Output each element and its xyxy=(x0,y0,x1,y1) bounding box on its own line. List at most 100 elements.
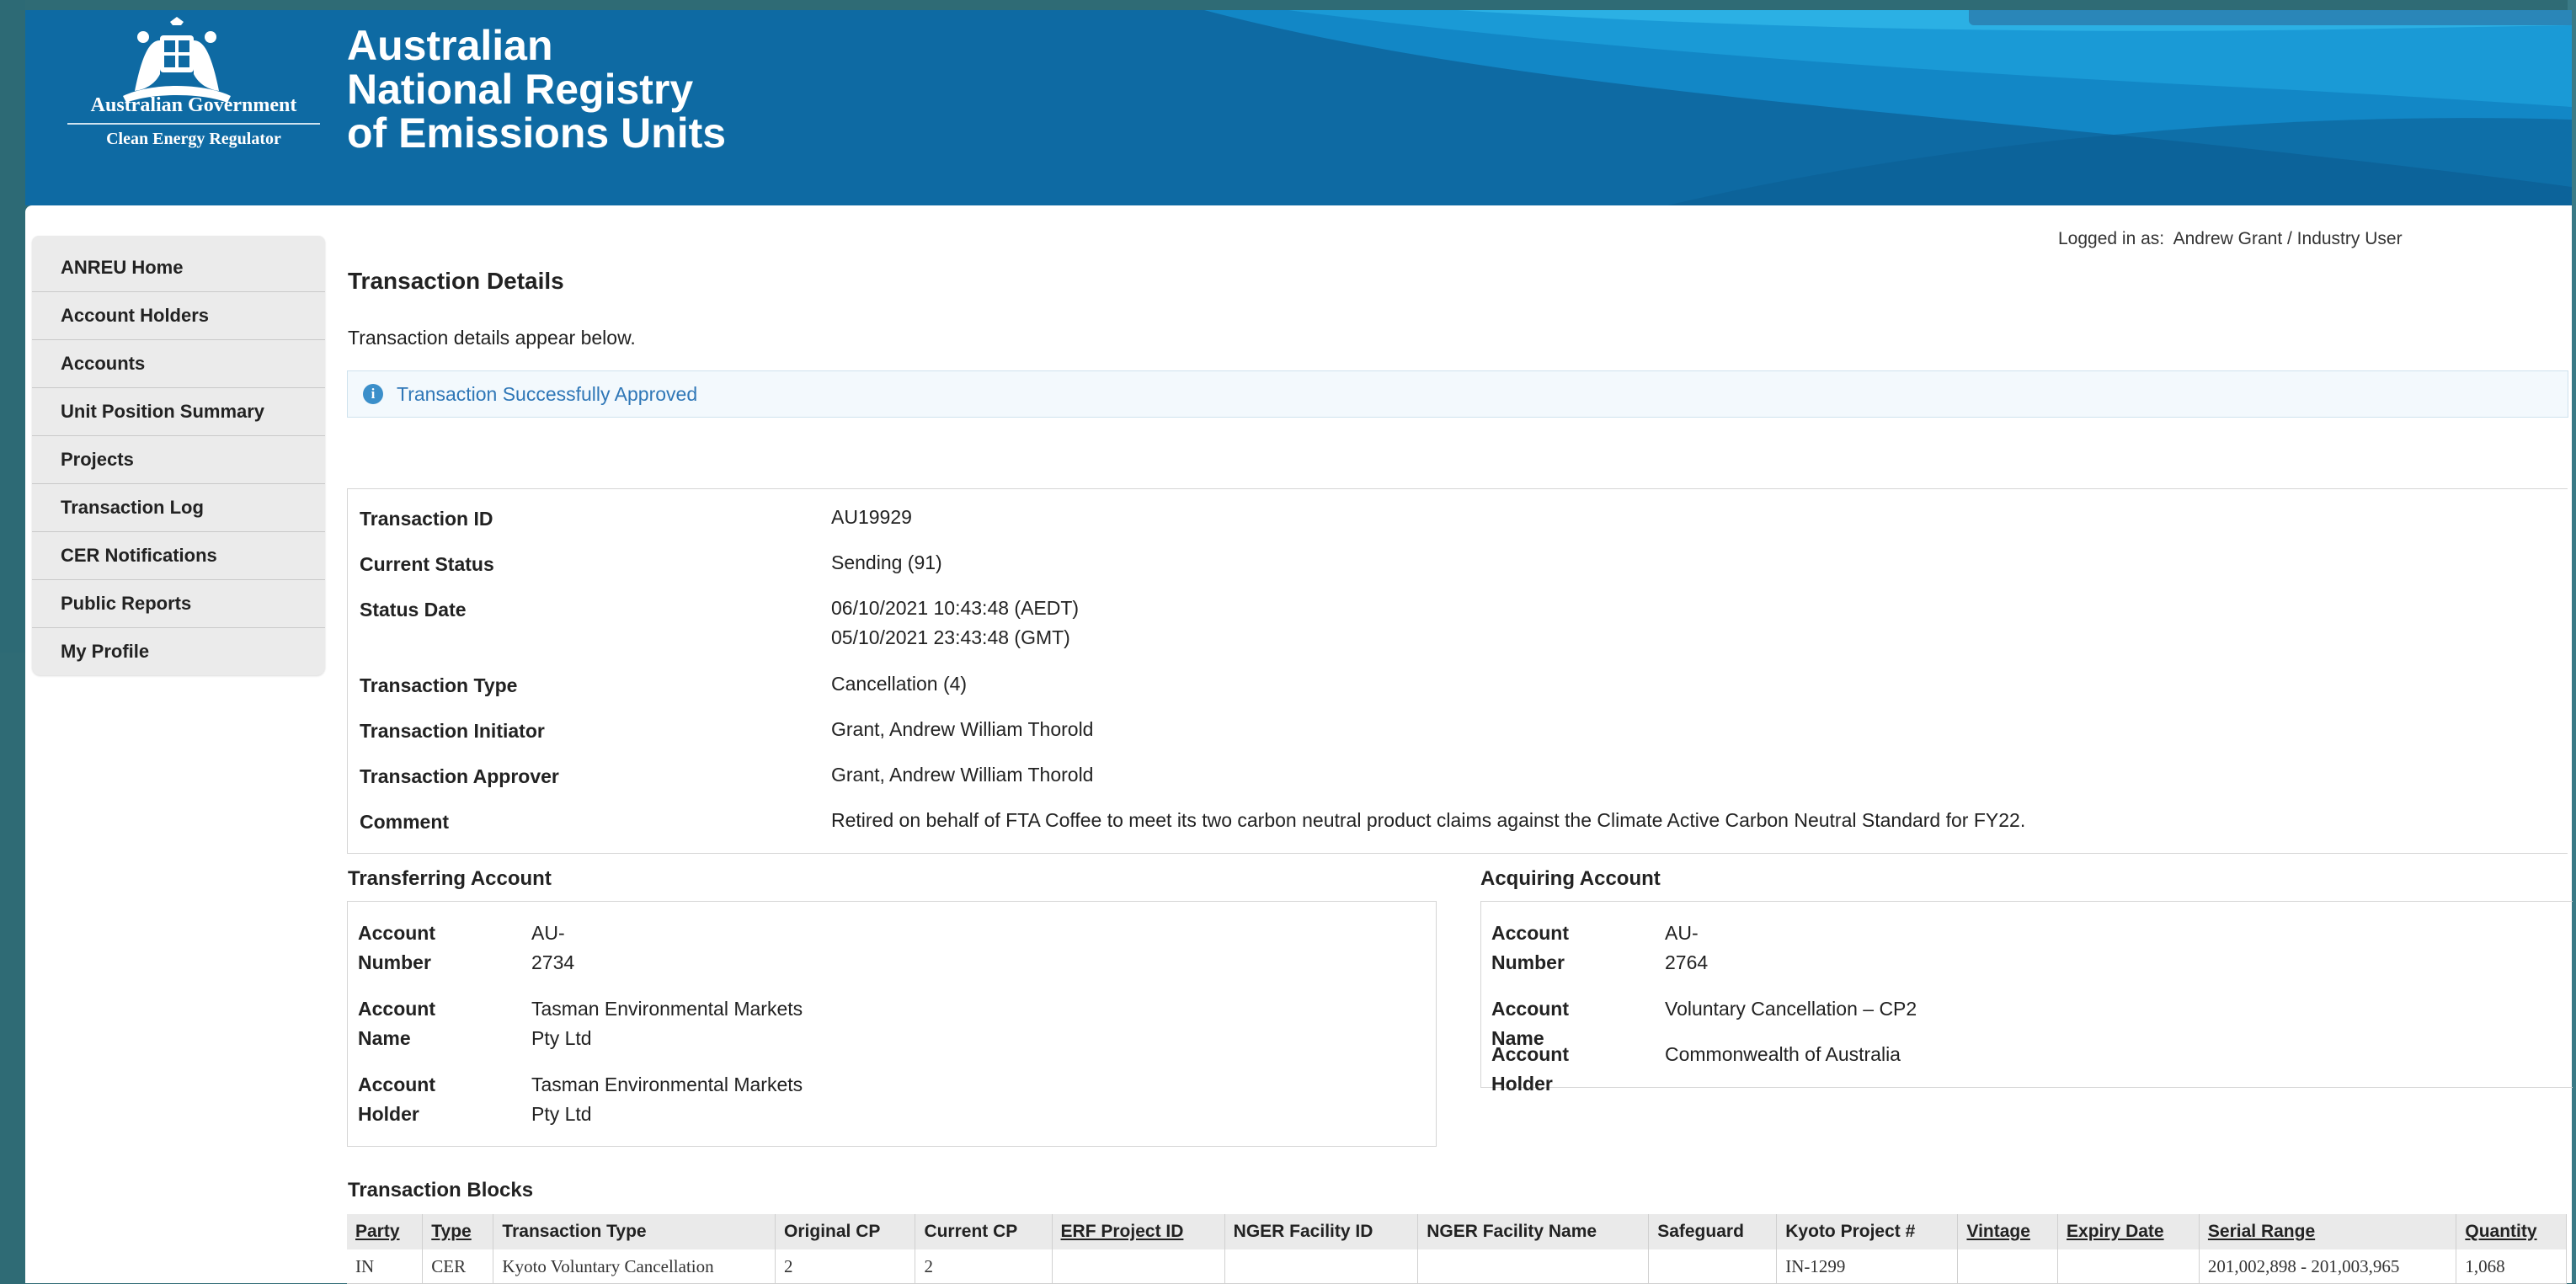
cell-quantity: 1,068 xyxy=(2456,1249,2567,1284)
logged-in-status: Logged in as: Andrew Grant / Industry Us… xyxy=(2058,229,2403,249)
cell-current-cp: 2 xyxy=(915,1249,1053,1284)
column-header-current-cp: Current CP xyxy=(915,1214,1053,1249)
sidebar-item-public-reports[interactable]: Public Reports xyxy=(32,580,325,628)
success-message: i Transaction Successfully Approved xyxy=(347,370,2568,418)
acquiring-account-box: Account Number AU-2764 Account Name Volu… xyxy=(1480,901,2573,1095)
sidebar-nav: ANREU Home Account Holders Accounts Unit… xyxy=(32,236,325,675)
column-header-nger-facility-id: NGER Facility ID xyxy=(1224,1214,1419,1249)
logo-divider xyxy=(67,123,320,125)
column-header-original-cp: Original CP xyxy=(775,1214,916,1249)
transferring-account-holder: Tasman Environmental Markets Pty Ltd xyxy=(531,1070,868,1129)
background-strip xyxy=(0,0,25,653)
status-date-local: 06/10/2021 10:43:48 (AEDT) xyxy=(831,597,1080,619)
account-holder-label: Account Holder xyxy=(358,1074,435,1125)
transferring-account-name: Tasman Environmental Markets Pty Ltd xyxy=(531,994,868,1053)
transaction-details: Transaction ID AU19929 Current Status Se… xyxy=(347,488,2568,854)
account-number-label: Account Number xyxy=(1491,919,1569,978)
registry-title-line-2: National Registry xyxy=(347,66,694,113)
column-header-party[interactable]: Party xyxy=(347,1214,424,1249)
label-line: Account xyxy=(358,922,435,944)
acquiring-account-title: Acquiring Account xyxy=(1480,867,1661,890)
sidebar-item-transaction-log[interactable]: Transaction Log xyxy=(32,484,325,532)
sidebar-item-account-holders[interactable]: Account Holders xyxy=(32,292,325,340)
value-line: Pty Ltd xyxy=(531,1027,592,1049)
detail-label: Transaction Type xyxy=(360,674,518,696)
account-name-label: Account Name xyxy=(358,998,435,1049)
coat-of-arms-logo xyxy=(123,17,231,103)
detail-label: Current Status xyxy=(360,553,494,575)
detail-label: Transaction Initiator xyxy=(360,720,545,742)
page-title: Transaction Details xyxy=(348,268,564,294)
value-line: Tasman Environmental Markets xyxy=(531,998,803,1020)
registry-title-line-3: of Emissions Units xyxy=(347,109,727,157)
registry-title-line-1: Australian xyxy=(347,22,553,69)
column-header-transaction-type: Transaction Type xyxy=(493,1214,776,1249)
label-line: Number xyxy=(358,951,431,973)
transferring-account-box: Account Number AU-2734 Account Name Tasm… xyxy=(347,901,1437,1147)
value-line: Pty Ltd xyxy=(531,1103,592,1125)
acquiring-account-holder: Commonwealth of Australia xyxy=(1665,1043,1901,1065)
approver-value: Grant, Andrew William Thorold xyxy=(831,764,1094,786)
column-header-erf-project-id[interactable]: ERF Project ID xyxy=(1052,1214,1225,1249)
status-date-value: 06/10/2021 10:43:48 (AEDT) 05/10/2021 23… xyxy=(831,594,1079,653)
table-row: IN CER Kyoto Voluntary Cancellation 2 2 … xyxy=(347,1249,2567,1284)
transaction-blocks-table: Party Type Transaction Type Original CP … xyxy=(347,1214,2567,1284)
column-header-serial-range[interactable]: Serial Range xyxy=(2199,1214,2457,1249)
detail-label: Comment xyxy=(360,811,450,833)
account-holder-label: Account Holder xyxy=(1491,1043,1569,1095)
initiator-value: Grant, Andrew William Thorold xyxy=(831,718,1094,740)
transferring-account-number: AU-2734 xyxy=(531,922,575,973)
label-line: Number xyxy=(1491,951,1565,973)
cell-vintage xyxy=(1957,1249,2059,1284)
agency-name: Clean Energy Regulator xyxy=(106,130,281,148)
column-header-vintage[interactable]: Vintage xyxy=(1957,1214,2059,1249)
transaction-type-value: Cancellation (4) xyxy=(831,673,968,695)
sidebar-item-unit-position-summary[interactable]: Unit Position Summary xyxy=(32,388,325,436)
registry-title[interactable]: Australian National Registry of Emission… xyxy=(347,24,819,155)
transaction-blocks-title: Transaction Blocks xyxy=(348,1179,534,1201)
cell-party: IN xyxy=(347,1249,424,1284)
cell-expiry-date xyxy=(2057,1249,2200,1284)
transaction-id-value: AU19929 xyxy=(831,506,912,528)
cell-kyoto-project: IN-1299 xyxy=(1776,1249,1959,1284)
cell-serial-range: 201,002,898 - 201,003,965 xyxy=(2199,1249,2457,1284)
detail-label: Transaction ID xyxy=(360,508,493,530)
cell-type: CER xyxy=(422,1249,494,1284)
comment-value: Retired on behalf of FTA Coffee to meet … xyxy=(831,809,2026,831)
cell-nger-facility-id xyxy=(1224,1249,1419,1284)
acquiring-account-name: Voluntary Cancellation – CP2 xyxy=(1665,998,1917,1020)
column-header-type[interactable]: Type xyxy=(422,1214,494,1249)
column-header-quantity[interactable]: Quantity xyxy=(2456,1214,2567,1249)
detail-label: Status Date xyxy=(360,599,467,621)
status-date-gmt: 05/10/2021 23:43:48 (GMT) xyxy=(831,626,1070,648)
label-line: Account xyxy=(1491,922,1569,944)
logged-in-user: Andrew Grant / Industry User xyxy=(2173,229,2403,248)
cell-nger-facility-name xyxy=(1417,1249,1650,1284)
success-message-text: Transaction Successfully Approved xyxy=(397,382,698,405)
column-header-kyoto-project: Kyoto Project # xyxy=(1776,1214,1959,1249)
info-icon: i xyxy=(363,384,383,404)
cell-transaction-type: Kyoto Voluntary Cancellation xyxy=(493,1249,776,1284)
sidebar-item-cer-notifications[interactable]: CER Notifications xyxy=(32,532,325,580)
sidebar-item-accounts[interactable]: Accounts xyxy=(32,340,325,388)
column-header-safeguard: Safeguard xyxy=(1648,1214,1778,1249)
current-status-value: Sending (91) xyxy=(831,551,942,573)
government-name: Australian Government xyxy=(90,94,297,116)
sidebar-item-anreu-home[interactable]: ANREU Home xyxy=(32,244,325,292)
top-utility-bar xyxy=(1969,10,2572,25)
sidebar-item-projects[interactable]: Projects xyxy=(32,436,325,484)
account-number-label: Account Number xyxy=(358,919,435,978)
value-line: Tasman Environmental Markets xyxy=(531,1074,803,1095)
logged-in-label: Logged in as: xyxy=(2058,229,2165,248)
column-header-nger-facility-name: NGER Facility Name xyxy=(1417,1214,1650,1249)
acquiring-account-number: AU-2764 xyxy=(1665,922,1709,973)
cell-erf-project-id xyxy=(1052,1249,1225,1284)
table-header-row: Party Type Transaction Type Original CP … xyxy=(347,1214,2567,1249)
sidebar-item-my-profile[interactable]: My Profile xyxy=(32,628,325,675)
detail-label: Transaction Approver xyxy=(360,765,559,787)
cell-original-cp: 2 xyxy=(775,1249,916,1284)
transferring-account-title: Transferring Account xyxy=(348,867,552,890)
cell-safeguard xyxy=(1648,1249,1778,1284)
site-header: Australian Government Clean Energy Regul… xyxy=(25,10,2572,205)
column-header-expiry-date[interactable]: Expiry Date xyxy=(2057,1214,2200,1249)
